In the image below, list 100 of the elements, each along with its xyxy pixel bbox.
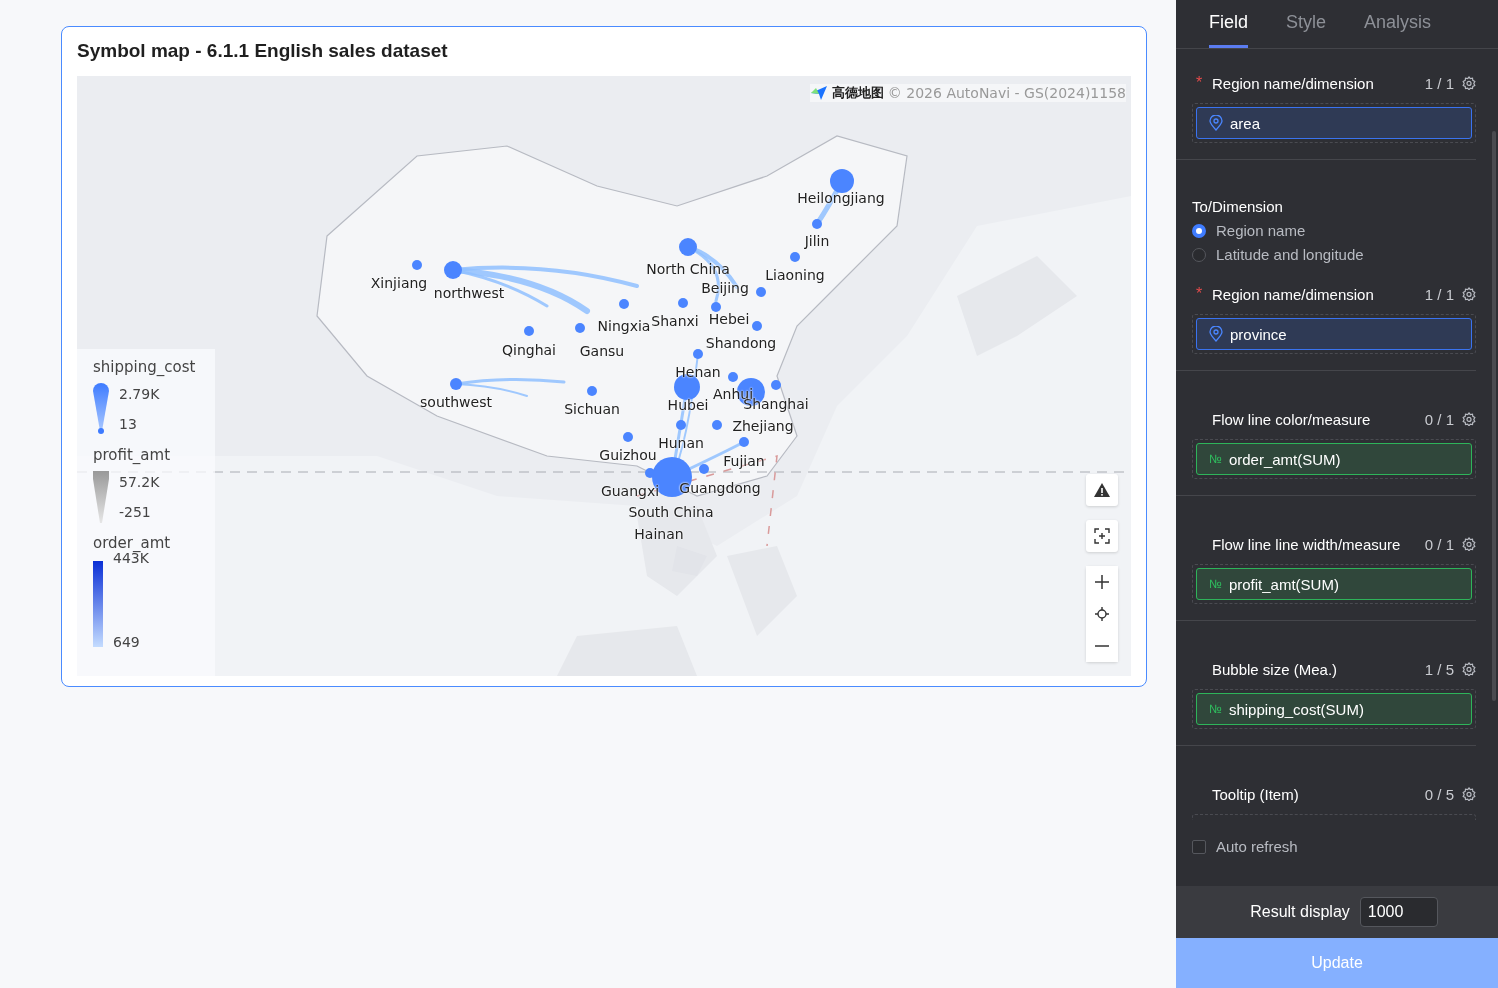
legend-max-value: 443K <box>113 550 149 566</box>
settings-icon[interactable] <box>1462 287 1476 301</box>
panel-tab[interactable]: Field <box>1209 0 1248 48</box>
field-count: 1 / 1 <box>1424 74 1454 92</box>
fullscreen-icon <box>1094 528 1110 544</box>
region-label: Qinghai <box>502 342 556 358</box>
radio-label: Region name <box>1216 222 1306 240</box>
chart-title: Symbol map - 6.1.1 English sales dataset <box>77 39 449 63</box>
bubble-marker[interactable] <box>450 378 462 390</box>
navigation-logo-icon <box>809 85 828 101</box>
legend-max-value: 57.2K <box>119 474 160 490</box>
region-label: Hebei <box>708 311 750 327</box>
legend-title: order_amt <box>93 533 172 552</box>
section-heading: To/Dimension <box>1192 198 1284 216</box>
bubble-marker[interactable] <box>676 420 686 430</box>
field-slot-title: Bubble size (Mea.) <box>1212 660 1339 678</box>
result-display-label: Result display <box>1250 903 1350 921</box>
radio-button[interactable] <box>1192 248 1206 262</box>
panel-tab[interactable]: Analysis <box>1364 0 1432 48</box>
field-slot-title: Flow line line width/measure <box>1212 535 1402 553</box>
bubble-marker[interactable] <box>699 464 709 474</box>
region-label: Beijing <box>701 280 749 296</box>
field-count: 1 / 5 <box>1424 660 1454 678</box>
region-label: Xinjiang <box>370 275 428 291</box>
bubble-marker[interactable] <box>679 238 697 256</box>
bubble-marker[interactable] <box>812 219 822 229</box>
field-slot-title: Region name/dimension <box>1212 74 1375 92</box>
map-provider-logo: 高德地图 <box>831 84 884 102</box>
field-count: 0 / 5 <box>1424 785 1454 803</box>
bubble-marker[interactable] <box>790 252 800 262</box>
bubble-marker[interactable] <box>711 302 721 312</box>
region-label: southwest <box>420 394 492 410</box>
legend-min-value: 649 <box>113 634 141 650</box>
bubble-marker[interactable] <box>623 432 633 442</box>
bubble-marker[interactable] <box>771 380 781 390</box>
bubble-marker[interactable] <box>645 468 655 478</box>
width-legend-icon <box>93 471 109 523</box>
field-count: 0 / 1 <box>1424 535 1454 553</box>
settings-icon[interactable] <box>1462 412 1476 426</box>
legend-min-value: -251 <box>119 504 152 520</box>
settings-icon[interactable] <box>1462 76 1476 90</box>
region-label: Jilin <box>804 233 830 249</box>
bubble-marker[interactable] <box>712 420 722 430</box>
bubble-marker[interactable] <box>830 169 854 193</box>
bubble-marker[interactable] <box>412 260 422 270</box>
region-label: northwest <box>433 285 505 301</box>
minus-icon <box>1095 645 1109 647</box>
field-slot-title: Region name/dimension <box>1212 285 1375 303</box>
bubble-marker[interactable] <box>524 326 534 336</box>
settings-icon[interactable] <box>1462 537 1476 551</box>
bubble-marker[interactable] <box>756 287 766 297</box>
panel-tab[interactable]: Style <box>1286 0 1327 48</box>
region-label: Shanxi <box>651 313 699 329</box>
fullscreen-button[interactable] <box>1086 520 1118 552</box>
legend-max-value: 2.79K <box>119 386 160 402</box>
bubble-marker[interactable] <box>752 321 762 331</box>
region-label: Henan <box>675 364 721 380</box>
checkbox-label: Auto refresh <box>1216 838 1298 856</box>
bubble-marker[interactable] <box>693 349 703 359</box>
copyright-text: © 2026 AutoNavi - GS(2024)1158 <box>887 85 1126 101</box>
field-slot-title: Tooltip (Item) <box>1212 785 1300 803</box>
result-display-input[interactable]: 1000 <box>1359 897 1438 927</box>
zoom-out-button[interactable] <box>1086 630 1118 662</box>
region-label: South China <box>628 504 714 520</box>
region-label: Ningxia <box>597 318 651 334</box>
region-label: Gansu <box>579 343 625 359</box>
region-label: Heilongjiang <box>797 190 885 206</box>
bubble-marker[interactable] <box>444 261 462 279</box>
checkbox[interactable] <box>1192 840 1206 854</box>
settings-icon[interactable] <box>1462 787 1476 801</box>
region-label: Fujian <box>723 453 765 469</box>
region-label: Hainan <box>634 526 684 542</box>
region-label: Guizhou <box>599 447 657 463</box>
region-label: Hunan <box>658 435 704 451</box>
region-label: Guangxi <box>600 483 660 499</box>
field-count: 1 / 1 <box>1424 285 1454 303</box>
warning-button[interactable] <box>1086 474 1118 506</box>
legend-title: shipping_cost <box>93 357 197 377</box>
warning-icon <box>1094 483 1110 497</box>
bubble-marker[interactable] <box>739 437 749 447</box>
bubble-marker[interactable] <box>619 299 629 309</box>
region-label: Zhejiang <box>732 418 794 434</box>
bubble-marker[interactable] <box>575 323 585 333</box>
region-label: Liaoning <box>765 267 825 283</box>
zoom-in-button[interactable] <box>1086 566 1118 598</box>
region-label: Hubei <box>667 397 709 413</box>
region-label: Sichuan <box>564 401 620 417</box>
bubble-marker[interactable] <box>587 386 597 396</box>
plus-icon <box>1095 575 1109 589</box>
location-pin-icon <box>1209 115 1223 131</box>
radio-button[interactable] <box>1192 224 1206 238</box>
region-label: Shandong <box>705 335 777 351</box>
legend-min-value: 13 <box>119 416 138 432</box>
bubble-marker[interactable] <box>678 298 688 308</box>
field-slot-title: Flow line color/measure <box>1212 410 1372 428</box>
size-legend-icon <box>93 383 109 435</box>
settings-icon[interactable] <box>1462 662 1476 676</box>
bubble-marker[interactable] <box>728 372 738 382</box>
location-pin-icon <box>1209 326 1223 342</box>
legend-title: profit_amt <box>93 445 172 465</box>
